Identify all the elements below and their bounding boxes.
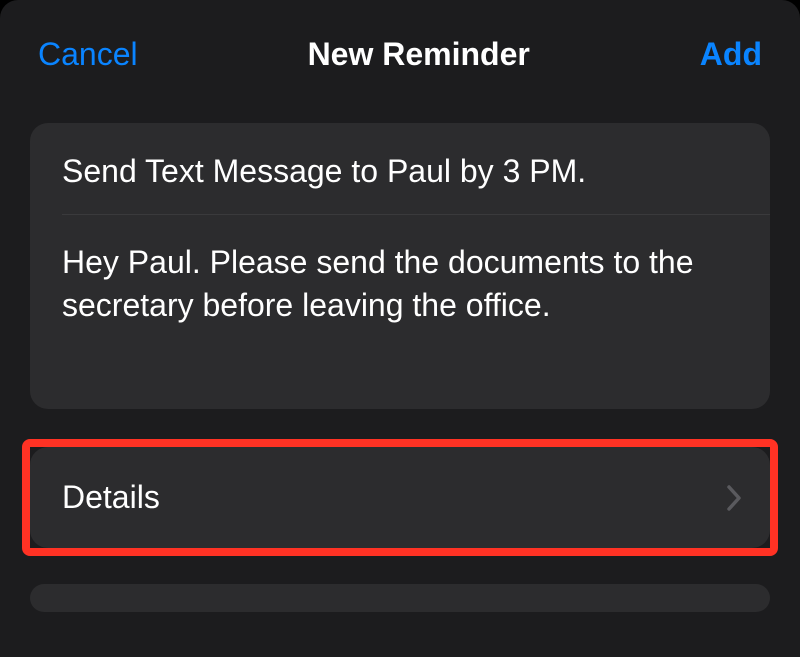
reminder-title-input[interactable]: Send Text Message to Paul by 3 PM. [30,123,770,214]
reminder-content-card: Send Text Message to Paul by 3 PM. Hey P… [30,123,770,409]
add-button[interactable]: Add [700,36,762,73]
chevron-right-icon [726,484,742,512]
list-card[interactable] [30,584,770,612]
reminder-notes-input[interactable]: Hey Paul. Please send the documents to t… [30,215,770,409]
details-button[interactable]: Details [30,447,770,548]
new-reminder-modal: Cancel New Reminder Add Send Text Messag… [0,0,800,657]
details-label: Details [62,479,160,516]
navigation-bar: Cancel New Reminder Add [0,8,800,105]
page-title: New Reminder [308,36,530,73]
details-highlight: Details [22,439,778,556]
cancel-button[interactable]: Cancel [38,36,138,73]
